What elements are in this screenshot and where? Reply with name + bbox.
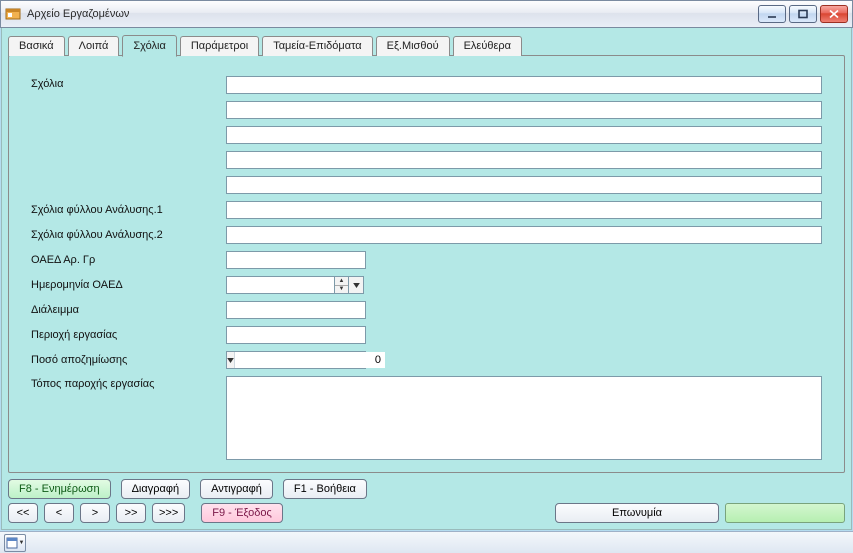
label-dialeimma: Διάλειμμα xyxy=(31,304,216,316)
tab-basika[interactable]: Βασικά xyxy=(8,36,65,56)
label-sxoliafa1: Σχόλια φύλλου Ανάλυσης.1 xyxy=(31,204,216,216)
nav-last-plus-button[interactable]: >>> xyxy=(152,503,185,523)
label-sxolia: Σχόλια xyxy=(31,76,216,90)
form: Σχόλια Σχόλια φύλλου Ανάλυσης.1 Σχόλια φ… xyxy=(31,76,822,460)
tab-label: Λοιπά xyxy=(79,40,109,52)
sxoliafa1-input[interactable] xyxy=(226,201,822,219)
tab-loipa[interactable]: Λοιπά xyxy=(68,36,120,56)
chevron-down-icon: ▼ xyxy=(19,540,25,546)
hmoaed-input[interactable] xyxy=(226,276,334,294)
client-area: Βασικά Λοιπά Σχόλια Παράμετροι Ταμεία-Επ… xyxy=(1,28,852,530)
button-label: >>> xyxy=(159,507,178,519)
tab-label: Παράμετροι xyxy=(191,40,248,52)
button-label: F8 - Ενημέρωση xyxy=(19,483,100,495)
action-row-2: << < > >> >>> F9 - Έξοδος Επωνυμία xyxy=(8,503,845,523)
sxolia-lines xyxy=(226,76,822,194)
spinner-up-icon: ▲ xyxy=(335,277,348,286)
poso-input[interactable] xyxy=(235,352,385,368)
spinner-down-icon: ▼ xyxy=(335,286,348,294)
f9-exit-button[interactable]: F9 - Έξοδος xyxy=(201,503,283,523)
tab-label: Εξ.Μισθού xyxy=(387,40,439,52)
tab-tameia[interactable]: Ταμεία-Επιδόματα xyxy=(262,36,372,56)
title-bar: Αρχείο Εργαζομένων xyxy=(0,0,853,28)
action-row-1: F8 - Ενημέρωση Διαγραφή Αντιγραφή F1 - Β… xyxy=(8,479,845,499)
label-oaedargr: ΟΑΕΔ Αρ. Γρ xyxy=(31,254,216,266)
button-label: << xyxy=(17,507,30,519)
sxolia-input-1[interactable] xyxy=(226,76,822,94)
dialeimma-wrap xyxy=(226,301,822,319)
tab-eleuthera[interactable]: Ελεύθερα xyxy=(453,36,522,56)
date-spinner[interactable]: ▲ ▼ xyxy=(334,276,348,294)
tab-label: Σχόλια xyxy=(133,40,166,52)
oaedargr-wrap xyxy=(226,251,822,269)
sxolia-input-2[interactable] xyxy=(226,101,822,119)
hmoaed-wrap: ▲ ▼ xyxy=(226,276,822,294)
status-dropdown[interactable]: ▼ xyxy=(4,534,26,552)
nav-last-button[interactable]: >> xyxy=(116,503,146,523)
label-perioxi: Περιοχή εργασίας xyxy=(31,329,216,341)
maximize-button[interactable] xyxy=(789,5,817,23)
poso-wrap xyxy=(226,351,822,369)
nav-first-button[interactable]: << xyxy=(8,503,38,523)
perioxi-wrap xyxy=(226,326,822,344)
f1-help-button[interactable]: F1 - Βοήθεια xyxy=(283,479,367,499)
date-dropdown[interactable] xyxy=(348,276,364,294)
sxolia-input-5[interactable] xyxy=(226,176,822,194)
tab-label: Ελεύθερα xyxy=(464,40,511,52)
button-label: > xyxy=(92,507,98,519)
window-title: Αρχείο Εργαζομένων xyxy=(27,8,755,20)
chevron-down-icon xyxy=(353,283,360,288)
sxoliafa2-input[interactable] xyxy=(226,226,822,244)
minimize-button[interactable] xyxy=(758,5,786,23)
tab-panel-sxolia: Σχόλια Σχόλια φύλλου Ανάλυσης.1 Σχόλια φ… xyxy=(8,55,845,473)
oaedargr-input[interactable] xyxy=(226,251,366,269)
tab-parametroi[interactable]: Παράμετροι xyxy=(180,36,259,56)
label-sxoliafa2: Σχόλια φύλλου Ανάλυσης.2 xyxy=(31,229,216,241)
eponymia-display xyxy=(725,503,845,523)
button-label: >> xyxy=(125,507,138,519)
button-label: F1 - Βοήθεια xyxy=(294,483,356,495)
status-bar: ▼ xyxy=(0,531,853,553)
topos-textarea[interactable] xyxy=(226,376,822,460)
perioxi-input[interactable] xyxy=(226,326,366,344)
nav-next-button[interactable]: > xyxy=(80,503,110,523)
tab-strip: Βασικά Λοιπά Σχόλια Παράμετροι Ταμεία-Επ… xyxy=(8,34,845,56)
delete-button[interactable]: Διαγραφή xyxy=(121,479,191,499)
chevron-down-icon xyxy=(227,358,234,363)
button-label: Διαγραφή xyxy=(132,483,180,495)
dialeimma-input[interactable] xyxy=(226,301,366,319)
button-label: Επωνυμία xyxy=(612,507,662,519)
copy-button[interactable]: Αντιγραφή xyxy=(200,479,273,499)
sxolia-input-4[interactable] xyxy=(226,151,822,169)
window-icon xyxy=(6,537,18,549)
app-icon xyxy=(5,6,21,22)
amount-dropdown[interactable] xyxy=(227,352,235,368)
tab-exmisthou[interactable]: Εξ.Μισθού xyxy=(376,36,450,56)
tab-label: Ταμεία-Επιδόματα xyxy=(273,40,361,52)
close-button[interactable] xyxy=(820,5,848,23)
eponymia-button[interactable]: Επωνυμία xyxy=(555,503,719,523)
tab-label: Βασικά xyxy=(19,40,54,52)
label-topos: Τόπος παροχής εργασίας xyxy=(31,376,216,390)
button-label: Αντιγραφή xyxy=(211,483,262,495)
button-label: < xyxy=(56,507,62,519)
sxolia-input-3[interactable] xyxy=(226,126,822,144)
f8-update-button[interactable]: F8 - Ενημέρωση xyxy=(8,479,111,499)
label-hmoaed: Ημερομηνία ΟΑΕΔ xyxy=(31,279,216,291)
tab-sxolia[interactable]: Σχόλια xyxy=(122,35,177,57)
nav-prev-button[interactable]: < xyxy=(44,503,74,523)
button-label: F9 - Έξοδος xyxy=(212,507,272,519)
label-poso: Ποσό αποζημίωσης xyxy=(31,354,216,366)
